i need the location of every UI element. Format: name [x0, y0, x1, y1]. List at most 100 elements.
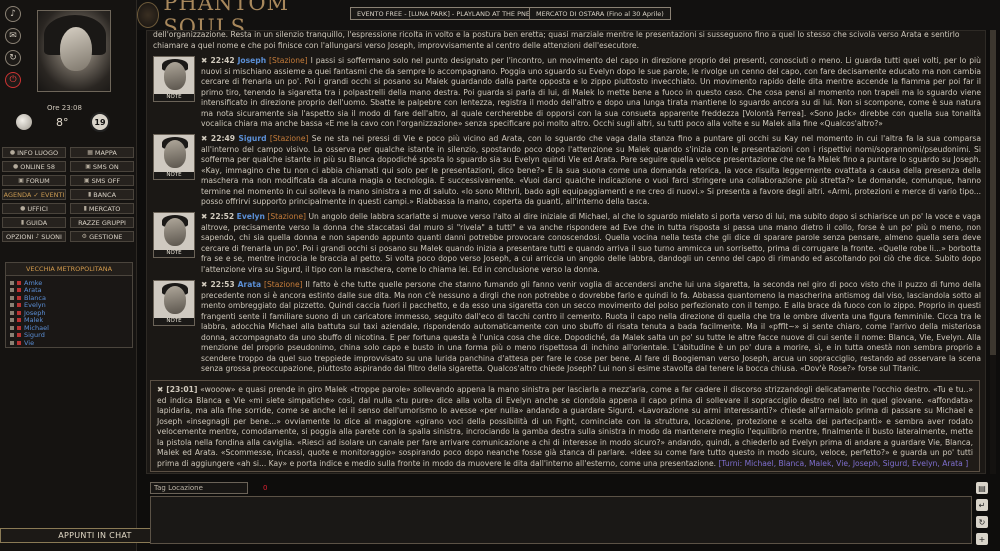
post-text: I passi si soffermano solo nel punto des…: [201, 56, 982, 128]
file-icon[interactable]: ▤: [976, 482, 988, 494]
status-icon: [10, 303, 14, 308]
status-icon: [10, 340, 14, 345]
author-name[interactable]: Arata: [238, 280, 262, 289]
info-luogo-button[interactable]: ● INFO LUOGO: [2, 147, 66, 158]
post-text: «wooow» e quasi prende in giro Malek «tr…: [157, 385, 974, 468]
refresh-icon[interactable]: ↻: [976, 516, 988, 528]
people-list: Amke Arata Blanca Evelyn Joseph Malek Michael S…: [6, 276, 132, 350]
shop-icon: ▮: [83, 205, 87, 212]
note-label: NOTE: [154, 250, 194, 257]
event-button-mercato[interactable]: MERCATO DI OSTARA (Fino al 30 Aprile): [529, 7, 671, 20]
flag-icon: [17, 340, 21, 345]
chat-notes-label: APPUNTI IN CHAT: [58, 531, 132, 540]
mappa-button[interactable]: ▦ MAPPA: [70, 147, 134, 158]
message-off-icon: ▣: [83, 177, 90, 184]
moon-day: 19: [90, 112, 110, 132]
avatar[interactable]: NOTE: [153, 212, 195, 258]
message-icon: ▣: [85, 163, 91, 170]
avatar[interactable]: NOTE: [153, 280, 195, 326]
site-logo[interactable]: PHANTOM SOULS: [137, 0, 347, 39]
master-post: ✖ [23:01] «wooow» e quasi prende in giro…: [150, 380, 980, 472]
post-text: Il fatto è che tutte quelle persone che …: [201, 280, 981, 373]
location-people-panel: VECCHIA METROPOLITANA Amke Arata Blanca Eve…: [5, 262, 133, 348]
note-label: NOTE: [154, 318, 194, 325]
chat-scrollbar[interactable]: [990, 30, 996, 474]
temperature: 8°: [56, 116, 69, 129]
bank-icon: ▮: [87, 191, 92, 198]
sound-icon: ♪: [35, 233, 40, 240]
message-input[interactable]: [150, 496, 972, 544]
person-name: Vie: [24, 338, 35, 347]
banca-button[interactable]: ▮ BANCA: [70, 189, 134, 200]
map-icon: ▦: [87, 149, 93, 156]
author-name[interactable]: Joseph: [238, 56, 267, 65]
input-tools: ▤ ↵ ↻ +: [976, 482, 990, 550]
left-panel: ♪ ✉ ↻ ⏻ Ore 23:08 8° 19 ● INFO LUOGO ▦ MAP…: [0, 0, 137, 551]
char-count: 0: [263, 484, 268, 492]
timestamp: ✖ 22:52: [201, 212, 235, 221]
guida-button[interactable]: ▮ GUIDA: [2, 217, 66, 228]
enter-icon[interactable]: ↵: [976, 499, 988, 511]
weather-panel: Ore 23:08 8° 19: [16, 104, 126, 134]
avatar[interactable]: NOTE: [153, 134, 195, 180]
avatar[interactable]: NOTE: [153, 56, 195, 102]
flag-icon: [17, 325, 21, 330]
tag-location-input[interactable]: Tag Locazione: [150, 482, 248, 494]
people-list-item[interactable]: Vie: [10, 339, 128, 347]
timestamp: ✖ 22:42: [201, 56, 235, 65]
scroll-icon[interactable]: ✉: [5, 28, 21, 44]
post-text: Se ne sta nei pressi di Vie e poco più v…: [201, 134, 981, 206]
location-title: VECCHIA METROPOLITANA: [6, 263, 132, 276]
mercato-button[interactable]: ▮ MERCATO: [70, 203, 134, 214]
status-icon: [10, 325, 14, 330]
flag-icon: [17, 310, 21, 315]
side-icons: ♪ ✉ ↻ ⏻: [5, 6, 25, 94]
scrollbar-thumb[interactable]: [990, 30, 996, 355]
author-name[interactable]: Sigurd: [238, 134, 266, 143]
gestione-button[interactable]: ⚙ GESTIONE: [70, 231, 134, 242]
agenda-eventi-button[interactable]: AGENDA ✓ EVENTI: [2, 189, 66, 200]
emblem-icon: [137, 2, 160, 28]
top-bar: PHANTOM SOULS EVENTO FREE - [LUNA PARK] …: [137, 0, 1000, 39]
status-icon: [10, 295, 14, 300]
info-icon: ●: [9, 149, 16, 156]
online-button[interactable]: ● ONLINE 58: [2, 161, 66, 172]
location-tag: [Stazione]: [269, 134, 309, 143]
flag-icon: [17, 288, 21, 293]
author-name[interactable]: Evelyn: [237, 212, 265, 221]
location-tag: [Stazione]: [267, 212, 306, 221]
sms-off-button[interactable]: ▣ SMS OFF: [70, 175, 134, 186]
event-button-luna-park[interactable]: EVENTO FREE - [LUNA PARK] - PLAYLAND AT …: [350, 7, 537, 20]
bell-icon[interactable]: ♪: [5, 6, 21, 22]
status-icon: [10, 280, 14, 285]
guide-icon: ▮: [20, 219, 25, 226]
location-tag: [Stazione]: [269, 56, 308, 65]
add-icon[interactable]: +: [976, 533, 988, 545]
status-icon: [10, 333, 14, 338]
note-label: NOTE: [154, 94, 194, 101]
status-icon: [10, 318, 14, 323]
flag-icon: [17, 303, 21, 308]
status-icon: [10, 310, 14, 315]
forum-icon: ▣: [18, 177, 24, 184]
power-icon[interactable]: ⏻: [5, 72, 21, 88]
office-icon: ●: [20, 205, 26, 212]
refresh-icon[interactable]: ↻: [5, 50, 21, 66]
gear-icon: ⚙: [81, 233, 88, 240]
moon-icon: [16, 114, 32, 130]
flag-icon: [17, 318, 21, 323]
avatar[interactable]: [37, 10, 111, 92]
chat-text: dell'organizzazione. Resta in un silenzi…: [153, 30, 960, 50]
flag-icon: [17, 333, 21, 338]
clock-time: Ore 23:08: [47, 104, 82, 112]
timestamp: ✖ 22:49: [201, 134, 236, 143]
timestamp: ✖ [23:01]: [157, 385, 198, 394]
flag-icon: [17, 295, 21, 300]
sms-on-button[interactable]: ▣ SMS ON: [70, 161, 134, 172]
forum-button[interactable]: ▣ FORUM: [2, 175, 66, 186]
uffici-button[interactable]: ● UFFICI: [2, 203, 66, 214]
timestamp: ✖ 22:53: [201, 280, 235, 289]
opzioni-suoni-button[interactable]: OPZIONI ♪ SUONI: [2, 231, 66, 242]
note-label: NOTE: [154, 172, 194, 179]
razze-gruppi-button[interactable]: RAZZE GRUPPI: [70, 217, 134, 228]
